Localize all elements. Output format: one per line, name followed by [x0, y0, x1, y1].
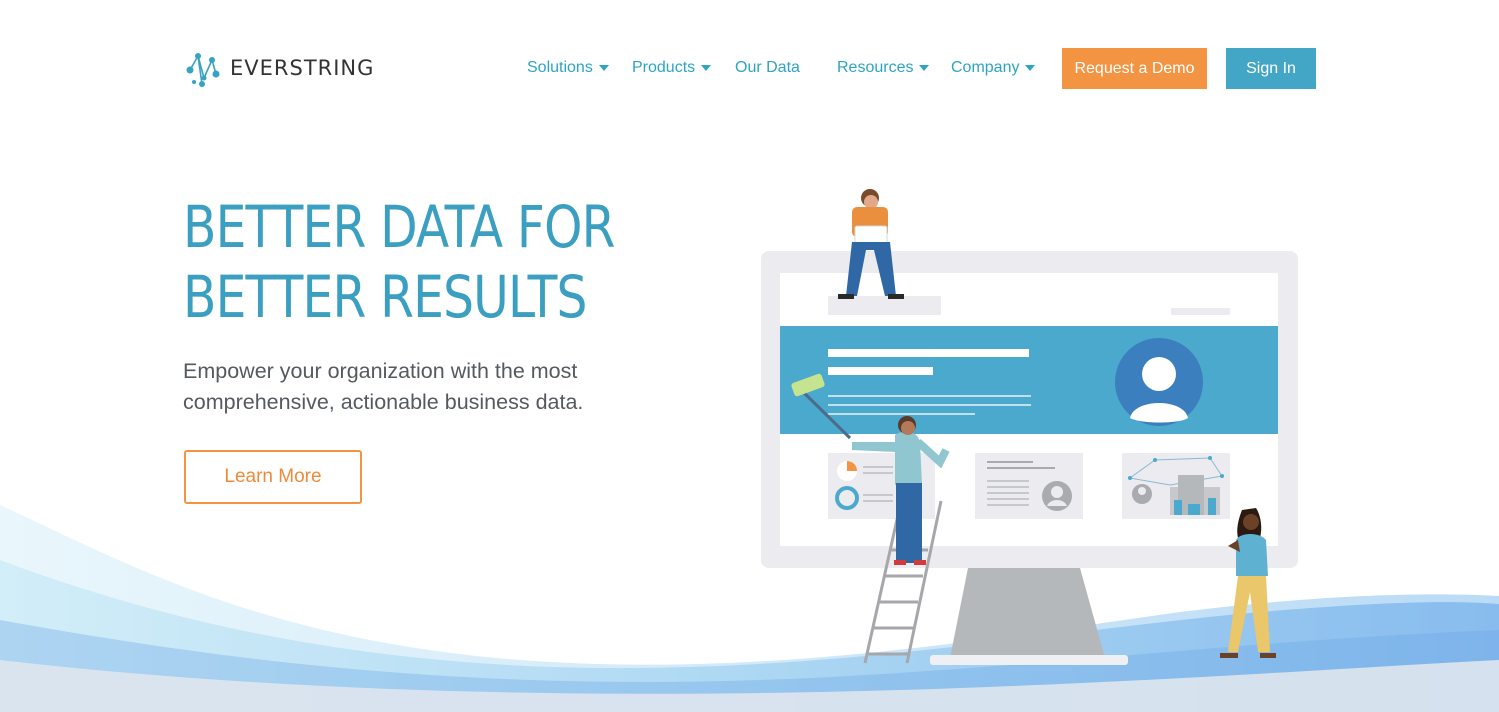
nav-item-label: Company: [951, 59, 1020, 76]
user-avatar-icon: [1115, 338, 1203, 426]
hero-headline-line2: BETTER RESULTS: [183, 263, 587, 331]
nav-item-label: Our Data: [735, 59, 800, 76]
brand-name: EVERSTRING: [230, 56, 375, 80]
hero-illustration: [761, 189, 1298, 665]
caret-down-icon: [919, 64, 930, 71]
nav-item-solutions[interactable]: Solutions: [527, 48, 609, 88]
caret-down-icon: [598, 64, 609, 71]
learn-more-button[interactable]: Learn More: [184, 450, 362, 504]
network-nodes-icon: [186, 53, 220, 87]
nav-item-label: Solutions: [527, 59, 593, 76]
brand-logo[interactable]: EVERSTRING: [184, 48, 374, 88]
profile-banner: [780, 326, 1278, 434]
nav-item-label: Products: [632, 59, 696, 76]
hero-headline: BETTER DATA FOR BETTER RESULTS: [183, 192, 615, 332]
caret-down-icon: [1025, 64, 1036, 71]
caret-down-icon: [701, 64, 712, 71]
monitor-base: [930, 655, 1128, 665]
request-demo-button[interactable]: Request a Demo: [1062, 48, 1207, 89]
hero-headline-line1: BETTER DATA FOR: [183, 193, 615, 261]
nav-item-products[interactable]: Products: [632, 48, 712, 88]
nav-item-resources[interactable]: Resources: [837, 48, 930, 88]
hero-subtitle: Empower your organization with the most …: [183, 359, 584, 414]
monitor-stand: [950, 568, 1105, 658]
nav-item-company[interactable]: Company: [951, 48, 1036, 88]
nav-item-our-data[interactable]: Our Data: [735, 48, 800, 88]
sign-in-button[interactable]: Sign In: [1226, 48, 1316, 89]
nav-item-label: Resources: [837, 59, 914, 76]
